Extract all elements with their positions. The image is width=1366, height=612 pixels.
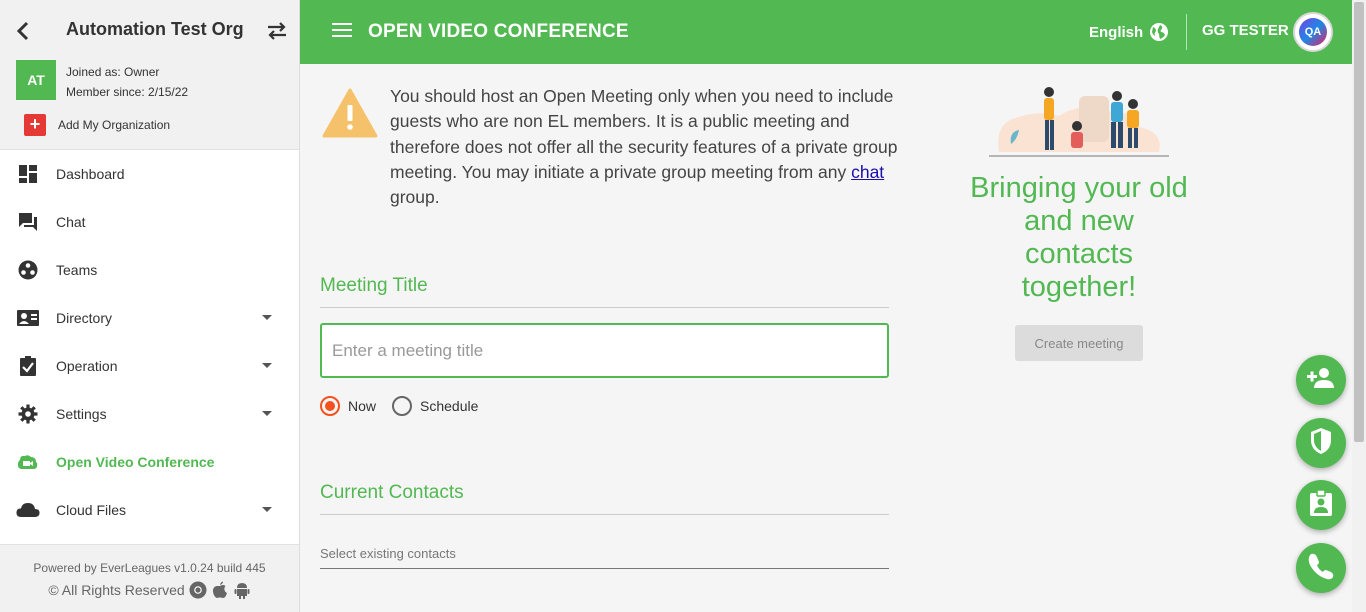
sidebar-item-label: Dashboard — [56, 166, 125, 182]
org-name: Automation Test Org — [66, 19, 244, 39]
radio-schedule-label: Schedule — [420, 398, 479, 414]
radio-now-label: Now — [348, 398, 377, 414]
radio-now[interactable]: Now — [320, 396, 376, 416]
sidebar-item-label: Teams — [56, 262, 98, 278]
rights-text: © All Rights Reserved — [48, 582, 185, 598]
sidebar-item-directory[interactable]: Directory — [0, 294, 299, 342]
current-contacts-heading: Current Contacts — [320, 482, 889, 515]
vertical-scrollbar[interactable] — [1352, 0, 1366, 612]
directory-icon — [16, 306, 40, 330]
joined-as: Joined as: Owner — [66, 65, 160, 79]
chevron-down-icon[interactable] — [262, 315, 272, 320]
security-fab[interactable] — [1296, 418, 1346, 468]
org-header: Automation Test Org AT Joined as: Owner … — [0, 0, 299, 150]
avatar-text: QA — [1299, 18, 1327, 46]
radio-schedule[interactable]: Schedule — [392, 396, 478, 416]
radio-circle — [320, 396, 340, 416]
contacts-select[interactable]: Select existing contacts — [320, 542, 889, 569]
gear-icon — [16, 402, 40, 426]
meeting-title-input[interactable] — [320, 323, 889, 378]
create-meeting-button[interactable]: Create meeting — [1015, 325, 1143, 361]
add-contact-fab[interactable] — [1296, 355, 1346, 405]
sidebar-item-label: Settings — [56, 406, 107, 422]
chevron-down-icon[interactable] — [262, 507, 272, 512]
sidebar-item-settings[interactable]: Settings — [0, 390, 299, 438]
open-meeting-warning: You should host an Open Meeting only whe… — [390, 84, 900, 210]
dashboard-icon — [16, 162, 40, 186]
chevron-down-icon[interactable] — [262, 363, 272, 368]
chat-link[interactable]: chat — [851, 162, 884, 182]
language-label: English — [1089, 23, 1144, 41]
language-selector[interactable]: English — [1089, 22, 1169, 42]
rights-row: © All Rights Reserved — [0, 581, 299, 599]
sidebar-item-dashboard[interactable]: Dashboard — [0, 150, 299, 198]
org-avatar: AT — [16, 60, 56, 100]
sidebar-item-label: Cloud Files — [56, 502, 127, 518]
shield-icon — [1309, 427, 1333, 460]
teams-icon — [16, 258, 40, 282]
sidebar-item-operation[interactable]: Operation — [0, 342, 299, 390]
chat-icon — [16, 210, 40, 234]
chrome-icon[interactable] — [189, 581, 207, 599]
video-icon — [16, 450, 40, 474]
sidebar-footer: Powered by EverLeagues v1.0.24 build 445… — [0, 544, 299, 612]
phone-icon — [1306, 551, 1336, 586]
back-icon[interactable] — [14, 20, 34, 42]
app-root: Automation Test Org AT Joined as: Owner … — [0, 0, 1366, 612]
operation-icon — [16, 354, 40, 378]
contact-badge-fab[interactable] — [1296, 480, 1346, 530]
sidebar-item-label: Directory — [56, 310, 113, 326]
sidebar-item-open-video-conference[interactable]: Open Video Conference — [0, 438, 299, 486]
header-divider — [1186, 14, 1187, 50]
sidebar-item-label: Chat — [56, 214, 86, 230]
add-contact-icon — [1306, 366, 1336, 395]
meeting-title-heading: Meeting Title — [320, 275, 889, 308]
apple-icon[interactable] — [211, 581, 229, 599]
menu-icon[interactable] — [332, 23, 352, 39]
scrollbar-thumb[interactable] — [1354, 2, 1364, 442]
meeting-time-options: Now Schedule — [320, 396, 494, 416]
warning-icon — [322, 88, 378, 138]
sidebar-item-teams[interactable]: Teams — [0, 246, 299, 294]
sidebar-item-label: Operation — [56, 358, 118, 374]
member-since: Member since: 2/15/22 — [66, 85, 189, 99]
promo-text: Bringing your old and new contacts toget… — [970, 172, 1188, 303]
team-illustration — [989, 82, 1169, 158]
warning-text-end: group. — [390, 187, 440, 208]
page-title: OPEN VIDEO CONFERENCE — [368, 21, 629, 42]
add-icon: + — [24, 114, 46, 136]
contact-badge-icon — [1309, 488, 1333, 522]
sidebar-nav: Dashboard Chat Teams Directory Operation… — [0, 150, 299, 534]
top-bar: OPEN VIDEO CONFERENCE English GG TESTER … — [300, 0, 1352, 64]
globe-icon — [1149, 22, 1169, 42]
sidebar-item-label: Open Video Conference — [56, 454, 215, 470]
main-content: You should host an Open Meeting only whe… — [300, 64, 1352, 612]
sidebar: Automation Test Org AT Joined as: Owner … — [0, 0, 300, 612]
phone-fab[interactable] — [1296, 543, 1346, 593]
radio-circle — [392, 396, 413, 416]
user-name[interactable]: GG TESTER — [1202, 22, 1289, 39]
switch-org-icon[interactable] — [266, 21, 288, 41]
sidebar-item-cloud-files[interactable]: Cloud Files — [0, 486, 299, 534]
android-icon[interactable] — [233, 581, 251, 599]
cloud-icon — [16, 498, 40, 522]
powered-by-text: Powered by EverLeagues v1.0.24 build 445 — [33, 561, 266, 575]
sidebar-item-chat[interactable]: Chat — [0, 198, 299, 246]
chevron-down-icon[interactable] — [262, 411, 272, 416]
warning-text: You should host an Open Meeting only whe… — [390, 86, 898, 182]
user-avatar[interactable]: QA — [1293, 12, 1333, 52]
add-organization-label: Add My Organization — [58, 118, 171, 132]
add-organization-button[interactable]: + Add My Organization — [24, 114, 170, 136]
org-membership-info: Joined as: Owner Member since: 2/15/22 — [66, 62, 188, 102]
